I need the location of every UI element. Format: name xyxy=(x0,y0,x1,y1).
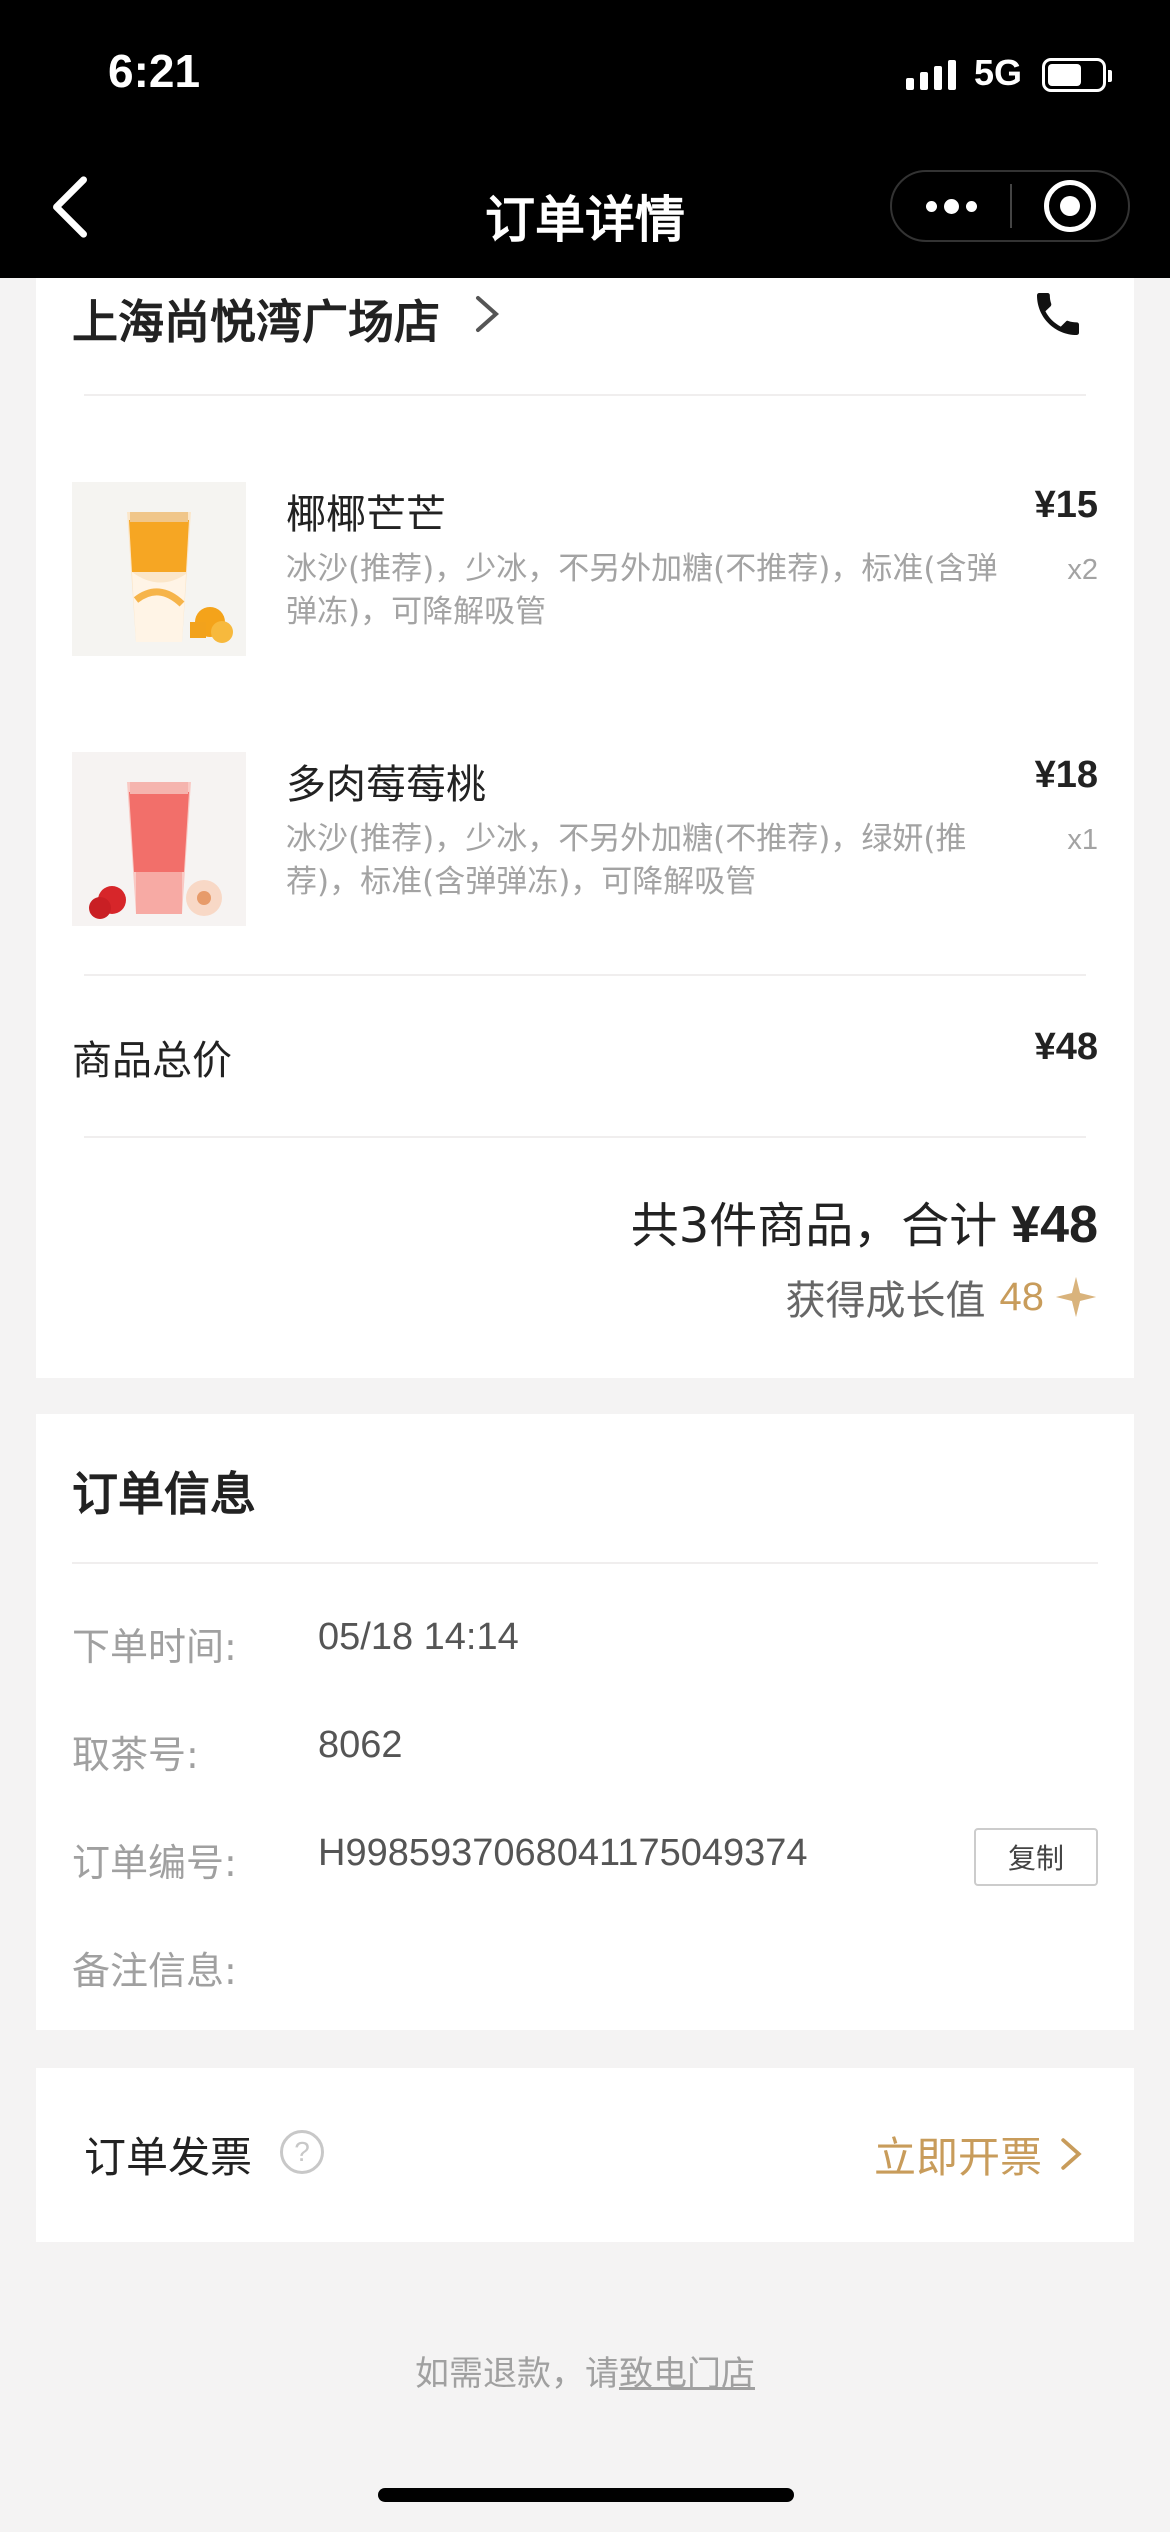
pickup-number-value: 8062 xyxy=(318,1724,403,1766)
item-quantity: x2 xyxy=(1067,554,1098,586)
order-time-value: 05/18 14:14 xyxy=(318,1616,519,1658)
status-time: 6:21 xyxy=(108,45,201,97)
invoice-label: 订单发票 xyxy=(84,2133,253,2182)
help-icon[interactable]: ? xyxy=(280,2130,324,2174)
product-image xyxy=(72,482,246,656)
divider xyxy=(84,974,1086,976)
section-title: 订单信息 xyxy=(72,1467,256,1521)
home-indicator[interactable] xyxy=(378,2488,794,2502)
subtotal-label: 商品总价 xyxy=(72,1038,232,1084)
item-price: ¥18 xyxy=(1034,754,1098,796)
top-bar: 6:21 5G 订单详情 xyxy=(0,0,1170,278)
growth-label: 获得成长值 xyxy=(785,1278,986,1324)
order-info-card: 订单信息 下单时间: 05/18 14:14 取茶号: 8062 订单编号: H… xyxy=(36,1414,1134,2030)
refund-text: 如需退款，请 xyxy=(415,2354,619,2394)
chevron-right-icon xyxy=(476,296,500,332)
item-quantity: x1 xyxy=(1067,824,1098,856)
item-price: ¥15 xyxy=(1034,484,1098,526)
divider xyxy=(84,394,1086,396)
order-total: 共3件商品，合计 ¥48 xyxy=(631,1186,1098,1256)
mini-program-capsule xyxy=(890,170,1130,242)
divider xyxy=(72,1562,1098,1564)
pickup-number-label: 取茶号: xyxy=(72,1733,199,1777)
order-time-label: 下单时间: xyxy=(72,1625,237,1669)
more-icon xyxy=(925,200,937,212)
total-text: 共3件商品，合计 xyxy=(630,1198,998,1254)
refund-note: 如需退款，请致电门店 xyxy=(0,2346,1170,2395)
chevron-right-icon xyxy=(1061,2138,1082,2170)
product-image xyxy=(72,752,246,926)
subtotal-value: ¥48 xyxy=(1034,1026,1098,1068)
target-icon xyxy=(1044,180,1096,232)
remark-label: 备注信息: xyxy=(72,1949,237,1993)
order-items-card: 上海尚悦湾广场店 椰椰芒芒 冰沙(推荐)，少冰，不另外加糖(不推荐)，标准(含弹… xyxy=(36,278,1134,1378)
divider xyxy=(84,1136,1086,1138)
order-number-label: 订单编号: xyxy=(72,1841,237,1885)
issue-invoice-link[interactable]: 立即开票 xyxy=(874,2124,1042,2185)
total-amount: ¥48 xyxy=(1011,1196,1098,1254)
item-spec: 冰沙(推荐)，少冰，不另外加糖(不推荐)，绿妍(推荐)，标准(含弹弹冻)，可降解… xyxy=(286,821,967,900)
phone-icon[interactable] xyxy=(1030,286,1086,342)
item-name: 椰椰芒芒 xyxy=(286,492,446,538)
item-spec: 冰沙(推荐)，少冰，不另外加糖(不推荐)，标准(含弹弹冻)，可降解吸管 xyxy=(286,551,998,630)
copy-button[interactable]: 复制 xyxy=(974,1828,1098,1886)
growth-value: 48 xyxy=(999,1274,1045,1319)
invoice-row[interactable]: 订单发票 ? 立即开票 xyxy=(36,2068,1134,2242)
signal-icon xyxy=(906,60,956,90)
network-label: 5G xyxy=(974,52,1023,93)
sparkle-icon xyxy=(1055,1276,1097,1318)
close-mini-program-button[interactable] xyxy=(1012,172,1128,240)
item-name: 多肉莓莓桃 xyxy=(286,762,486,808)
call-store-link[interactable]: 致电门店 xyxy=(619,2354,755,2394)
order-number-value: H9985937068041175049374 xyxy=(318,1832,808,1874)
store-name[interactable]: 上海尚悦湾广场店 xyxy=(72,286,440,352)
more-button[interactable] xyxy=(892,172,1010,240)
growth-points: 获得成长值 48 xyxy=(786,1268,1099,1326)
battery-icon xyxy=(1042,58,1112,92)
